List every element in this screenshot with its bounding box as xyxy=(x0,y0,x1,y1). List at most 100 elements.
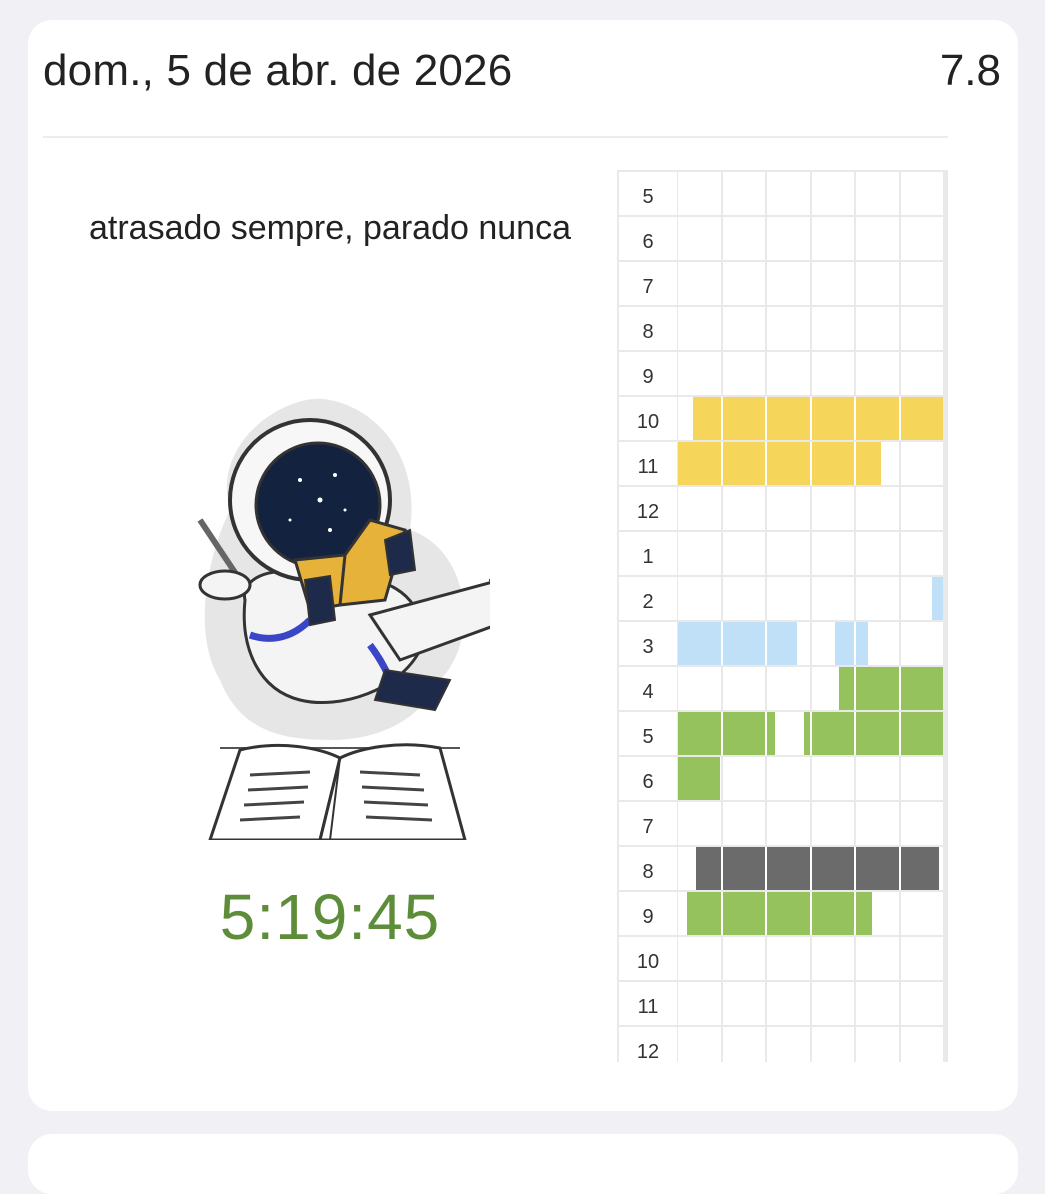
schedule-cell[interactable] xyxy=(678,937,721,980)
schedule-cell[interactable] xyxy=(722,532,765,575)
schedule-cell[interactable] xyxy=(678,802,721,845)
schedule-cell[interactable] xyxy=(856,937,899,980)
schedule-cell[interactable] xyxy=(900,352,943,395)
schedule-cell[interactable] xyxy=(678,982,721,1025)
schedule-cell[interactable] xyxy=(811,577,854,620)
schedule-cell[interactable] xyxy=(767,307,810,350)
schedule-cell[interactable] xyxy=(856,352,899,395)
schedule-cell[interactable] xyxy=(900,487,943,530)
schedule-cell[interactable] xyxy=(900,892,943,935)
schedule-cell[interactable] xyxy=(722,1027,765,1062)
schedule-cell[interactable] xyxy=(678,487,721,530)
schedule-cell[interactable] xyxy=(856,982,899,1025)
schedule-block-light-blue[interactable] xyxy=(931,577,943,620)
schedule-cell[interactable] xyxy=(722,802,765,845)
schedule-cell[interactable] xyxy=(722,937,765,980)
schedule-cell[interactable] xyxy=(767,937,810,980)
schedule-cell[interactable] xyxy=(856,487,899,530)
schedule-cell[interactable] xyxy=(900,622,943,665)
schedule-cell[interactable] xyxy=(678,217,721,260)
schedule-cell[interactable] xyxy=(678,577,721,620)
schedule-cell[interactable] xyxy=(900,982,943,1025)
schedule-cell[interactable] xyxy=(856,172,899,215)
schedule-cell[interactable] xyxy=(678,667,721,710)
schedule-cell[interactable] xyxy=(811,982,854,1025)
schedule-cell[interactable] xyxy=(900,937,943,980)
schedule-cell[interactable] xyxy=(767,577,810,620)
schedule-cell[interactable] xyxy=(722,757,765,800)
schedule-cell[interactable] xyxy=(811,937,854,980)
block-column-separator xyxy=(854,442,856,485)
schedule-cell[interactable] xyxy=(900,262,943,305)
schedule-cell[interactable] xyxy=(900,172,943,215)
schedule-cell[interactable] xyxy=(722,352,765,395)
schedule-cell[interactable] xyxy=(811,307,854,350)
schedule-cell[interactable] xyxy=(856,217,899,260)
schedule-block-green[interactable] xyxy=(686,892,873,935)
schedule-cell[interactable] xyxy=(767,487,810,530)
schedule-cell[interactable] xyxy=(678,1027,721,1062)
schedule-cell[interactable] xyxy=(811,1027,854,1062)
schedule-cell[interactable] xyxy=(722,217,765,260)
schedule-cell[interactable] xyxy=(900,442,943,485)
block-column-separator xyxy=(765,847,767,890)
schedule-cell[interactable] xyxy=(722,487,765,530)
schedule-cell[interactable] xyxy=(811,172,854,215)
schedule-cell[interactable] xyxy=(767,982,810,1025)
schedule-cell[interactable] xyxy=(811,487,854,530)
schedule-cell[interactable] xyxy=(811,757,854,800)
schedule-cell[interactable] xyxy=(856,307,899,350)
schedule-block-gray[interactable] xyxy=(695,847,939,890)
schedule-cell[interactable] xyxy=(900,307,943,350)
schedule-cell[interactable] xyxy=(811,532,854,575)
schedule-cell[interactable] xyxy=(856,1027,899,1062)
schedule-block-green[interactable] xyxy=(678,712,776,755)
schedule-cell[interactable] xyxy=(811,262,854,305)
schedule-cell[interactable] xyxy=(722,982,765,1025)
schedule-cell[interactable] xyxy=(722,667,765,710)
schedule-cell[interactable] xyxy=(900,802,943,845)
schedule-cell[interactable] xyxy=(678,352,721,395)
schedule-cell[interactable] xyxy=(722,172,765,215)
schedule-cell[interactable] xyxy=(900,1027,943,1062)
schedule-cell[interactable] xyxy=(900,532,943,575)
schedule-cell[interactable] xyxy=(767,1027,810,1062)
schedule-cell[interactable] xyxy=(900,217,943,260)
schedule-cell[interactable] xyxy=(767,667,810,710)
schedule-cell[interactable] xyxy=(767,352,810,395)
schedule-block-green[interactable] xyxy=(678,757,720,800)
hour-label: 7 xyxy=(619,262,677,305)
schedule-block-light-blue[interactable] xyxy=(678,622,798,665)
hour-label: 7 xyxy=(619,802,677,845)
schedule-cell[interactable] xyxy=(678,262,721,305)
schedule-cell[interactable] xyxy=(856,757,899,800)
schedule-cell[interactable] xyxy=(678,172,721,215)
schedule-cell[interactable] xyxy=(722,307,765,350)
schedule-cell[interactable] xyxy=(678,532,721,575)
schedule-cell[interactable] xyxy=(856,577,899,620)
schedule-cell[interactable] xyxy=(856,532,899,575)
schedule-block-light-blue[interactable] xyxy=(834,622,868,665)
schedule-block-yellow[interactable] xyxy=(678,442,882,485)
schedule-cell[interactable] xyxy=(900,757,943,800)
next-day-card[interactable] xyxy=(28,1134,1018,1194)
block-column-separator xyxy=(898,712,901,755)
schedule-cell[interactable] xyxy=(767,262,810,305)
schedule-cell[interactable] xyxy=(767,217,810,260)
schedule-block-yellow[interactable] xyxy=(693,397,943,440)
schedule-cell[interactable] xyxy=(767,172,810,215)
schedule-cell[interactable] xyxy=(767,757,810,800)
schedule-cell[interactable] xyxy=(856,262,899,305)
schedule-cell[interactable] xyxy=(722,577,765,620)
schedule-cell[interactable] xyxy=(811,802,854,845)
block-column-separator xyxy=(854,847,856,890)
schedule-block-green[interactable] xyxy=(803,712,943,755)
schedule-cell[interactable] xyxy=(722,262,765,305)
schedule-cell[interactable] xyxy=(678,307,721,350)
schedule-cell[interactable] xyxy=(811,217,854,260)
hour-label: 5 xyxy=(619,712,677,755)
schedule-cell[interactable] xyxy=(767,532,810,575)
schedule-cell[interactable] xyxy=(767,802,810,845)
schedule-cell[interactable] xyxy=(856,802,899,845)
schedule-cell[interactable] xyxy=(811,352,854,395)
